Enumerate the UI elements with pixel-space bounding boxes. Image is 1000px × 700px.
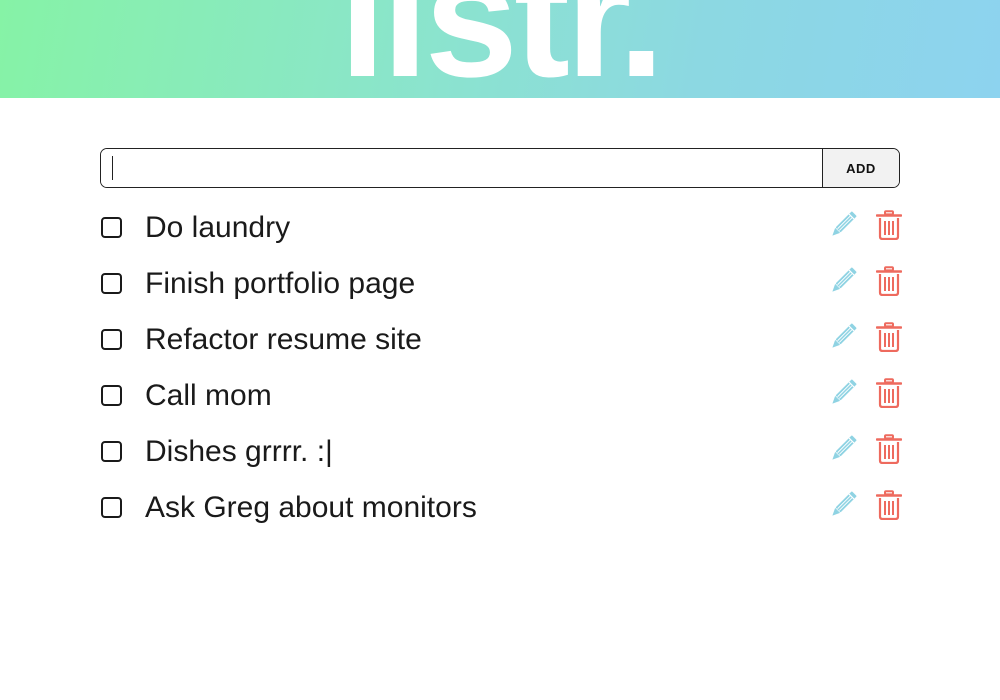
- todo-checkbox[interactable]: [101, 217, 122, 238]
- todo-text: Ask Greg about monitors: [145, 491, 477, 524]
- todo-text: Refactor resume site: [145, 323, 422, 356]
- add-todo-input-wrapper: [101, 149, 822, 187]
- todo-text: Call mom: [145, 379, 272, 412]
- text-caret: [112, 156, 113, 180]
- todo-item: Refactor resume site: [100, 312, 902, 368]
- todo-item: Do laundry: [100, 200, 902, 256]
- pencil-icon[interactable]: [828, 210, 858, 240]
- todo-item: Call mom: [100, 368, 902, 424]
- todo-item: Dishes grrrr. :|: [100, 424, 902, 480]
- todo-item: Ask Greg about monitors: [100, 480, 902, 536]
- todo-checkbox[interactable]: [101, 441, 122, 462]
- add-todo-form: ADD: [100, 148, 900, 188]
- pencil-icon[interactable]: [828, 490, 858, 520]
- todo-item: Finish portfolio page: [100, 256, 902, 312]
- add-button[interactable]: ADD: [822, 149, 899, 187]
- pencil-icon[interactable]: [828, 434, 858, 464]
- pencil-icon[interactable]: [828, 322, 858, 352]
- todo-checkbox[interactable]: [101, 497, 122, 518]
- trash-icon[interactable]: [876, 210, 902, 240]
- todo-checkbox[interactable]: [101, 329, 122, 350]
- pencil-icon[interactable]: [828, 266, 858, 296]
- trash-icon[interactable]: [876, 434, 902, 464]
- todo-checkbox[interactable]: [101, 273, 122, 294]
- trash-icon[interactable]: [876, 322, 902, 352]
- todo-text: Dishes grrrr. :|: [145, 435, 333, 468]
- todo-list: Do laundry Finish portfolio page Refacto…: [100, 200, 902, 536]
- todo-text: Finish portfolio page: [145, 267, 416, 300]
- trash-icon[interactable]: [876, 490, 902, 520]
- todo-checkbox[interactable]: [101, 385, 122, 406]
- trash-icon[interactable]: [876, 378, 902, 408]
- todo-text: Do laundry: [145, 211, 291, 244]
- app-logo: listr.: [339, 0, 665, 98]
- pencil-icon[interactable]: [828, 378, 858, 408]
- add-todo-input[interactable]: [101, 149, 822, 187]
- app-header: listr.: [0, 0, 1000, 98]
- trash-icon[interactable]: [876, 266, 902, 296]
